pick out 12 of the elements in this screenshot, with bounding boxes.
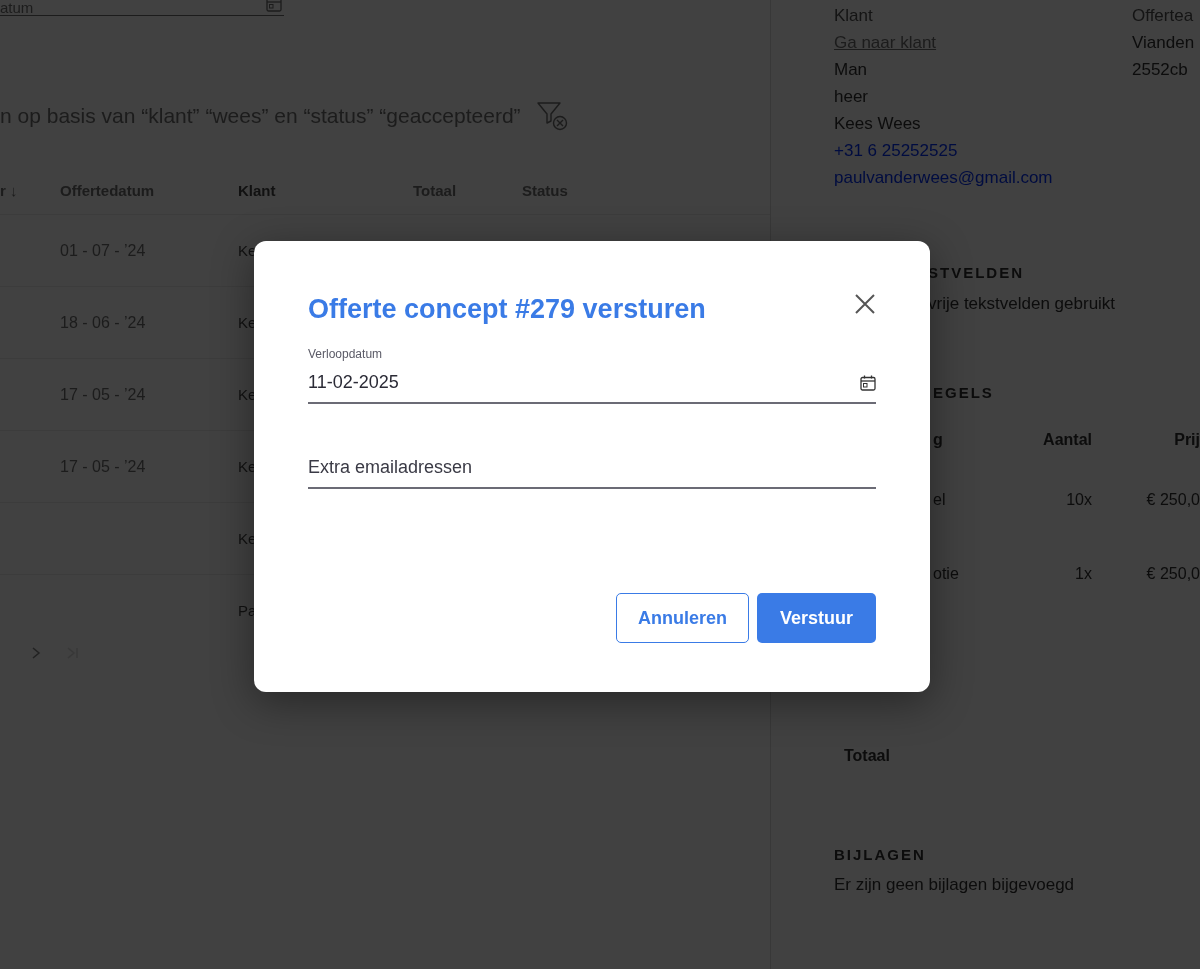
field-label: Verloopdatum (308, 346, 384, 364)
phone-link[interactable]: +31 6 25252525 (834, 137, 958, 164)
date-input[interactable]: 11-02-2025 (308, 369, 860, 403)
send-button[interactable]: Verstuur (757, 593, 876, 644)
email-input[interactable]: Extra emailadressen (308, 454, 876, 488)
calendar-icon[interactable] (860, 374, 876, 391)
cancel-button[interactable]: Annuleren (616, 593, 749, 644)
clear-filter-icon[interactable] (536, 100, 569, 131)
next-page-icon[interactable] (30, 646, 42, 660)
close-icon[interactable] (854, 293, 876, 315)
email-link[interactable]: paulvanderwees@gmail.com (834, 164, 1053, 191)
dialog-title: Offerte concept #279 versturen (308, 293, 706, 326)
